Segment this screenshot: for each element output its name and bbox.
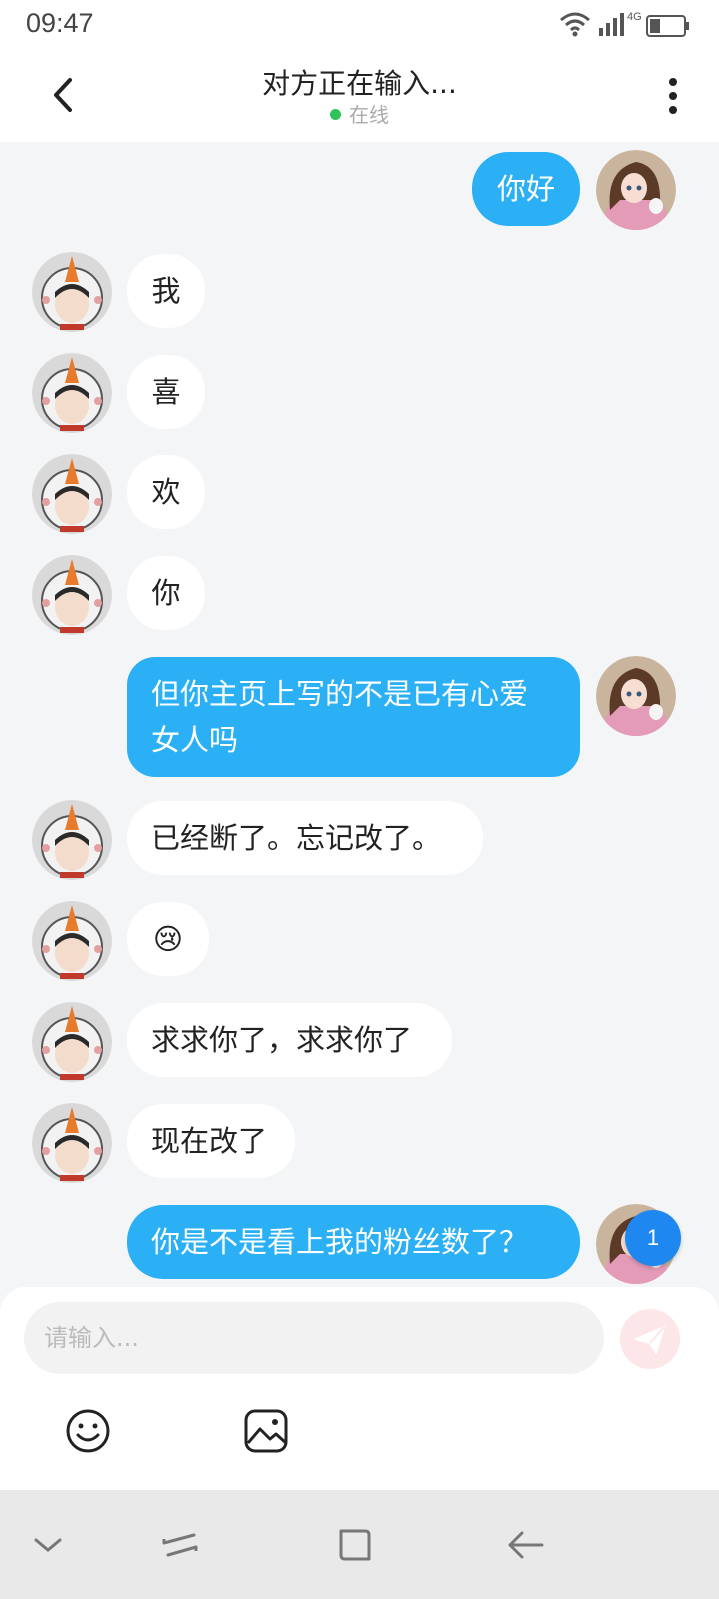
more-icon[interactable] <box>663 74 683 118</box>
send-button[interactable] <box>620 1309 680 1369</box>
avatar-contact[interactable] <box>32 454 112 534</box>
status-time: 09:47 <box>26 8 94 38</box>
online-label: 在线 <box>349 103 389 127</box>
message-bubble-incoming[interactable]: 喜 <box>127 355 205 429</box>
nav-home-icon[interactable] <box>335 1525 375 1565</box>
online-dot <box>330 109 341 120</box>
message-bubble-incoming[interactable]: 😢 <box>127 902 209 976</box>
avatar-contact[interactable] <box>32 555 112 635</box>
avatar-contact[interactable] <box>32 353 112 433</box>
chat-header: 对方正在输入... 在线 <box>0 50 719 142</box>
online-status: 在线 <box>0 99 719 128</box>
system-nav-bar <box>0 1490 719 1599</box>
message-bubble-incoming[interactable]: 现在改了 <box>127 1104 295 1178</box>
network-label: 4G <box>627 11 642 23</box>
message-bubble-incoming[interactable]: 欢 <box>127 455 205 529</box>
message-bubble-outgoing[interactable]: 你是不是看上我的粉丝数了？ <box>127 1205 580 1279</box>
unread-badge[interactable]: 1 <box>625 1210 681 1266</box>
send-icon <box>635 1326 665 1354</box>
avatar-self[interactable] <box>596 150 676 230</box>
avatar-contact[interactable] <box>32 901 112 981</box>
nav-down-icon[interactable] <box>28 1525 68 1565</box>
message-bubble-incoming[interactable]: 求求你了，求求你了 <box>127 1003 452 1077</box>
avatar-contact[interactable] <box>32 1103 112 1183</box>
message-bubble-outgoing[interactable]: 你好 <box>472 152 580 226</box>
nav-back-icon[interactable] <box>506 1525 546 1565</box>
message-bubble-outgoing[interactable]: 但你主页上写的不是已有心爱女人吗 <box>127 657 580 777</box>
avatar-self[interactable] <box>596 656 676 736</box>
message-bubble-incoming[interactable]: 你 <box>127 556 205 630</box>
message-input[interactable] <box>24 1302 604 1374</box>
composer <box>0 1287 719 1490</box>
nav-recent-icon[interactable] <box>160 1525 200 1565</box>
chat-title: 对方正在输入... <box>262 67 457 100</box>
signal-icon <box>599 13 624 36</box>
avatar-contact[interactable] <box>32 252 112 332</box>
message-bubble-incoming[interactable]: 已经断了。忘记改了。 <box>127 801 483 875</box>
wifi-icon <box>560 12 590 32</box>
status-bar: 09:47 4G <box>0 0 719 50</box>
battery-icon <box>646 15 689 37</box>
status-icons: 4G <box>560 11 689 37</box>
emoji-icon[interactable] <box>64 1407 112 1455</box>
message-bubble-incoming[interactable]: 我 <box>127 254 205 328</box>
avatar-contact[interactable] <box>32 1002 112 1082</box>
avatar-contact[interactable] <box>32 800 112 880</box>
image-icon[interactable] <box>242 1407 290 1455</box>
